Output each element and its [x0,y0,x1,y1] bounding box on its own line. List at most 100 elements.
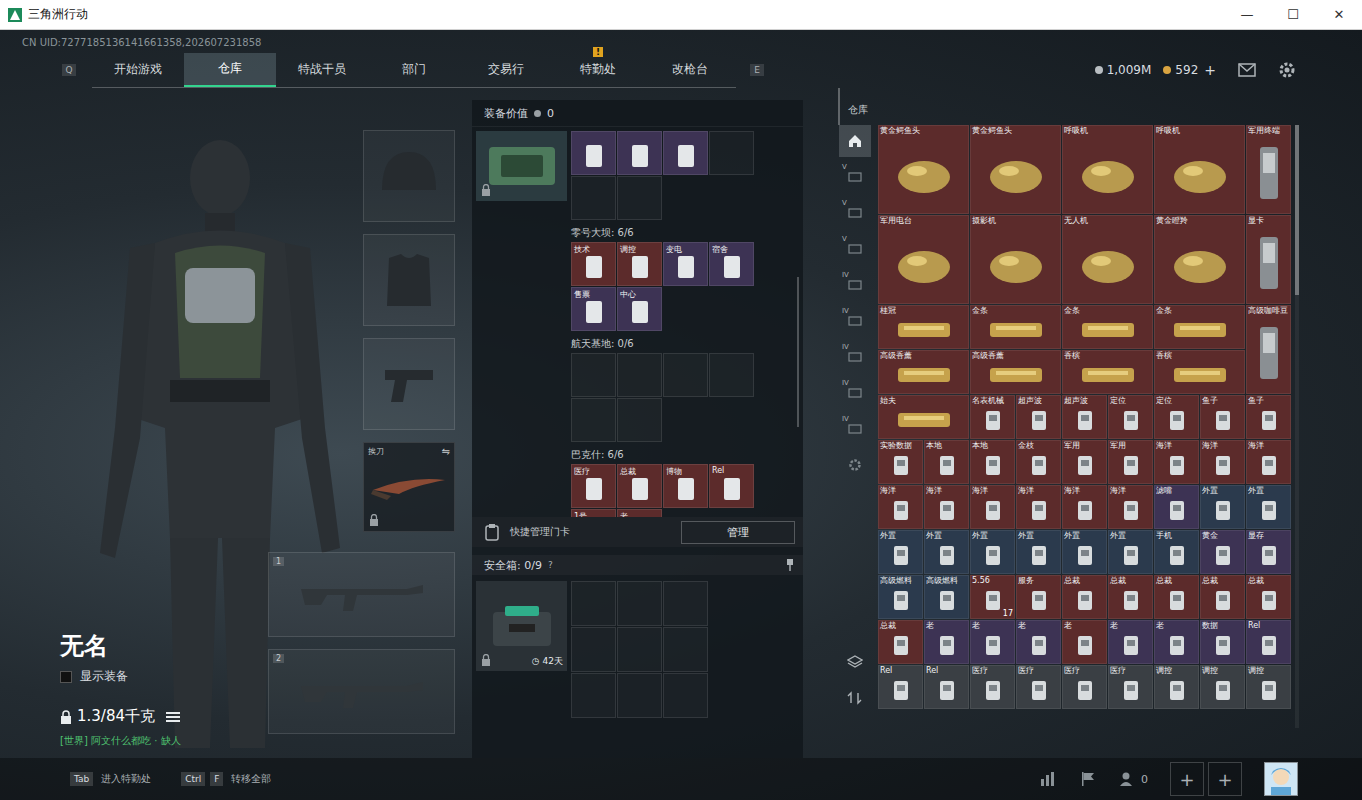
nav-tab[interactable]: 部门 [368,53,460,87]
item-cell[interactable]: 摄影机 [970,215,1061,304]
safe-cell[interactable] [571,581,616,626]
safe-cell[interactable] [617,627,662,672]
scrollbar[interactable] [797,277,799,427]
item-cell[interactable]: 香槟 [1154,350,1245,394]
card-slot[interactable] [571,131,616,175]
item-cell[interactable]: 海洋 [1246,440,1291,484]
item-cell[interactable]: 老 [924,620,969,664]
safe-cell[interactable] [663,627,708,672]
item-cell[interactable]: 医疗 [970,665,1015,709]
item-cell[interactable]: 黄金瞪羚 [1154,215,1245,304]
item-cell[interactable]: 始夫 [878,395,969,439]
safe-cell[interactable] [571,673,616,718]
nav-tab[interactable]: 特战干员 [276,53,368,87]
item-cell[interactable]: 总裁 [1246,575,1291,619]
item-cell[interactable]: 香槟 [1062,350,1153,394]
window-control-button[interactable]: ☐ [1270,7,1316,22]
stack-button[interactable] [839,646,871,678]
item-cell[interactable]: 鱼子 [1200,395,1245,439]
item-cell[interactable]: 外置 [970,530,1015,574]
item-cell[interactable]: 金条 [1062,305,1153,349]
card-slot[interactable] [617,398,662,442]
card-slot[interactable]: 医疗 [571,464,616,508]
safe-box-slot[interactable]: ◷ 42天 [476,581,567,671]
item-cell[interactable]: 手机 [1154,530,1199,574]
item-cell[interactable]: 老 [1016,620,1061,664]
help-button[interactable]: ? [548,560,553,570]
warehouse-tab[interactable]: V [839,233,871,265]
equipment-slot[interactable] [363,234,455,326]
mail-icon[interactable] [1238,63,1256,77]
nav-left-key[interactable]: Q [62,64,76,76]
card-slot[interactable] [617,131,662,175]
flag-icon[interactable] [1079,771,1097,787]
item-cell[interactable]: 调控 [1154,665,1199,709]
safe-cell[interactable] [617,673,662,718]
item-cell[interactable]: 5.5617 [970,575,1015,619]
item-cell[interactable]: 总裁 [1062,575,1107,619]
warehouse-tab[interactable]: IV [839,377,871,409]
item-cell[interactable]: 老 [970,620,1015,664]
safe-cell[interactable] [663,581,708,626]
window-control-button[interactable]: ✕ [1316,7,1362,22]
card-slot[interactable] [571,353,616,397]
safe-cell[interactable] [663,673,708,718]
invite-slot-button[interactable]: + [1170,762,1204,796]
item-cell[interactable]: 医疗 [1108,665,1153,709]
invite-slot-button[interactable]: + [1208,762,1242,796]
weapon-slot[interactable]: 1 [268,552,455,637]
item-cell[interactable]: Rel [878,665,923,709]
nav-tab[interactable]: 改枪台 [644,53,736,87]
item-cell[interactable]: 军用 [1062,440,1107,484]
item-cell[interactable]: 外置 [1108,530,1153,574]
item-cell[interactable]: 定位 [1108,395,1153,439]
item-cell[interactable]: 服务 [1016,575,1061,619]
key-hint[interactable]: Tab进入特勤处 [70,772,151,786]
item-cell[interactable]: 黄金 [1200,530,1245,574]
item-cell[interactable]: 海洋 [1016,485,1061,529]
item-cell[interactable]: 高级燃料 [878,575,923,619]
nav-tab[interactable]: 开始游戏 [92,53,184,87]
card-slot[interactable]: 中心 [617,287,662,331]
item-cell[interactable]: 数据 [1200,620,1245,664]
card-slot[interactable]: 博物 [663,464,708,508]
card-slot[interactable]: 总裁 [617,464,662,508]
equipment-slot[interactable]: 挨刀⇋ [363,442,455,532]
item-cell[interactable]: 本地 [924,440,969,484]
nav-tab[interactable]: 特勤处! [552,53,644,87]
warehouse-home-tab[interactable] [839,125,871,157]
item-cell[interactable]: 高级咖啡豆 [1246,305,1291,394]
nav-tab[interactable]: 仓库 [184,53,276,87]
item-cell[interactable]: 海洋 [970,485,1015,529]
item-cell[interactable]: 实验数据 [878,440,923,484]
sort-button[interactable] [839,682,871,714]
item-cell[interactable]: 医疗 [1016,665,1061,709]
item-cell[interactable]: 超声波 [1016,395,1061,439]
item-cell[interactable]: 定位 [1154,395,1199,439]
item-cell[interactable]: 滤嘴 [1154,485,1199,529]
checkbox[interactable] [60,671,72,683]
safe-cell[interactable] [617,581,662,626]
item-cell[interactable]: 黄金鳄鱼头 [878,125,969,214]
item-cell[interactable]: 医疗 [1062,665,1107,709]
weapon-slot[interactable]: 2 [268,649,455,734]
card-slot[interactable]: 技术 [571,242,616,286]
warehouse-tab[interactable]: IV [839,341,871,373]
item-cell[interactable]: 显卡 [1246,215,1291,304]
item-cell[interactable]: 高级香薰 [970,350,1061,394]
item-cell[interactable]: Rel [924,665,969,709]
item-cell[interactable]: 黄金鳄鱼头 [970,125,1061,214]
item-cell[interactable]: 海洋 [1108,485,1153,529]
item-cell[interactable]: 调控 [1246,665,1291,709]
item-cell[interactable]: 金条 [970,305,1061,349]
item-cell[interactable]: 呼吸机 [1062,125,1153,214]
item-cell[interactable]: 外置 [1016,530,1061,574]
item-cell[interactable]: 海洋 [924,485,969,529]
nav-right-key[interactable]: E [750,64,764,76]
friends-button[interactable]: 0 [1119,771,1148,787]
card-slot[interactable] [571,398,616,442]
item-cell[interactable]: 总裁 [1154,575,1199,619]
show-gear-toggle[interactable]: 显示装备 [60,668,181,685]
card-slot[interactable] [617,353,662,397]
card-slot[interactable]: 售票 [571,287,616,331]
